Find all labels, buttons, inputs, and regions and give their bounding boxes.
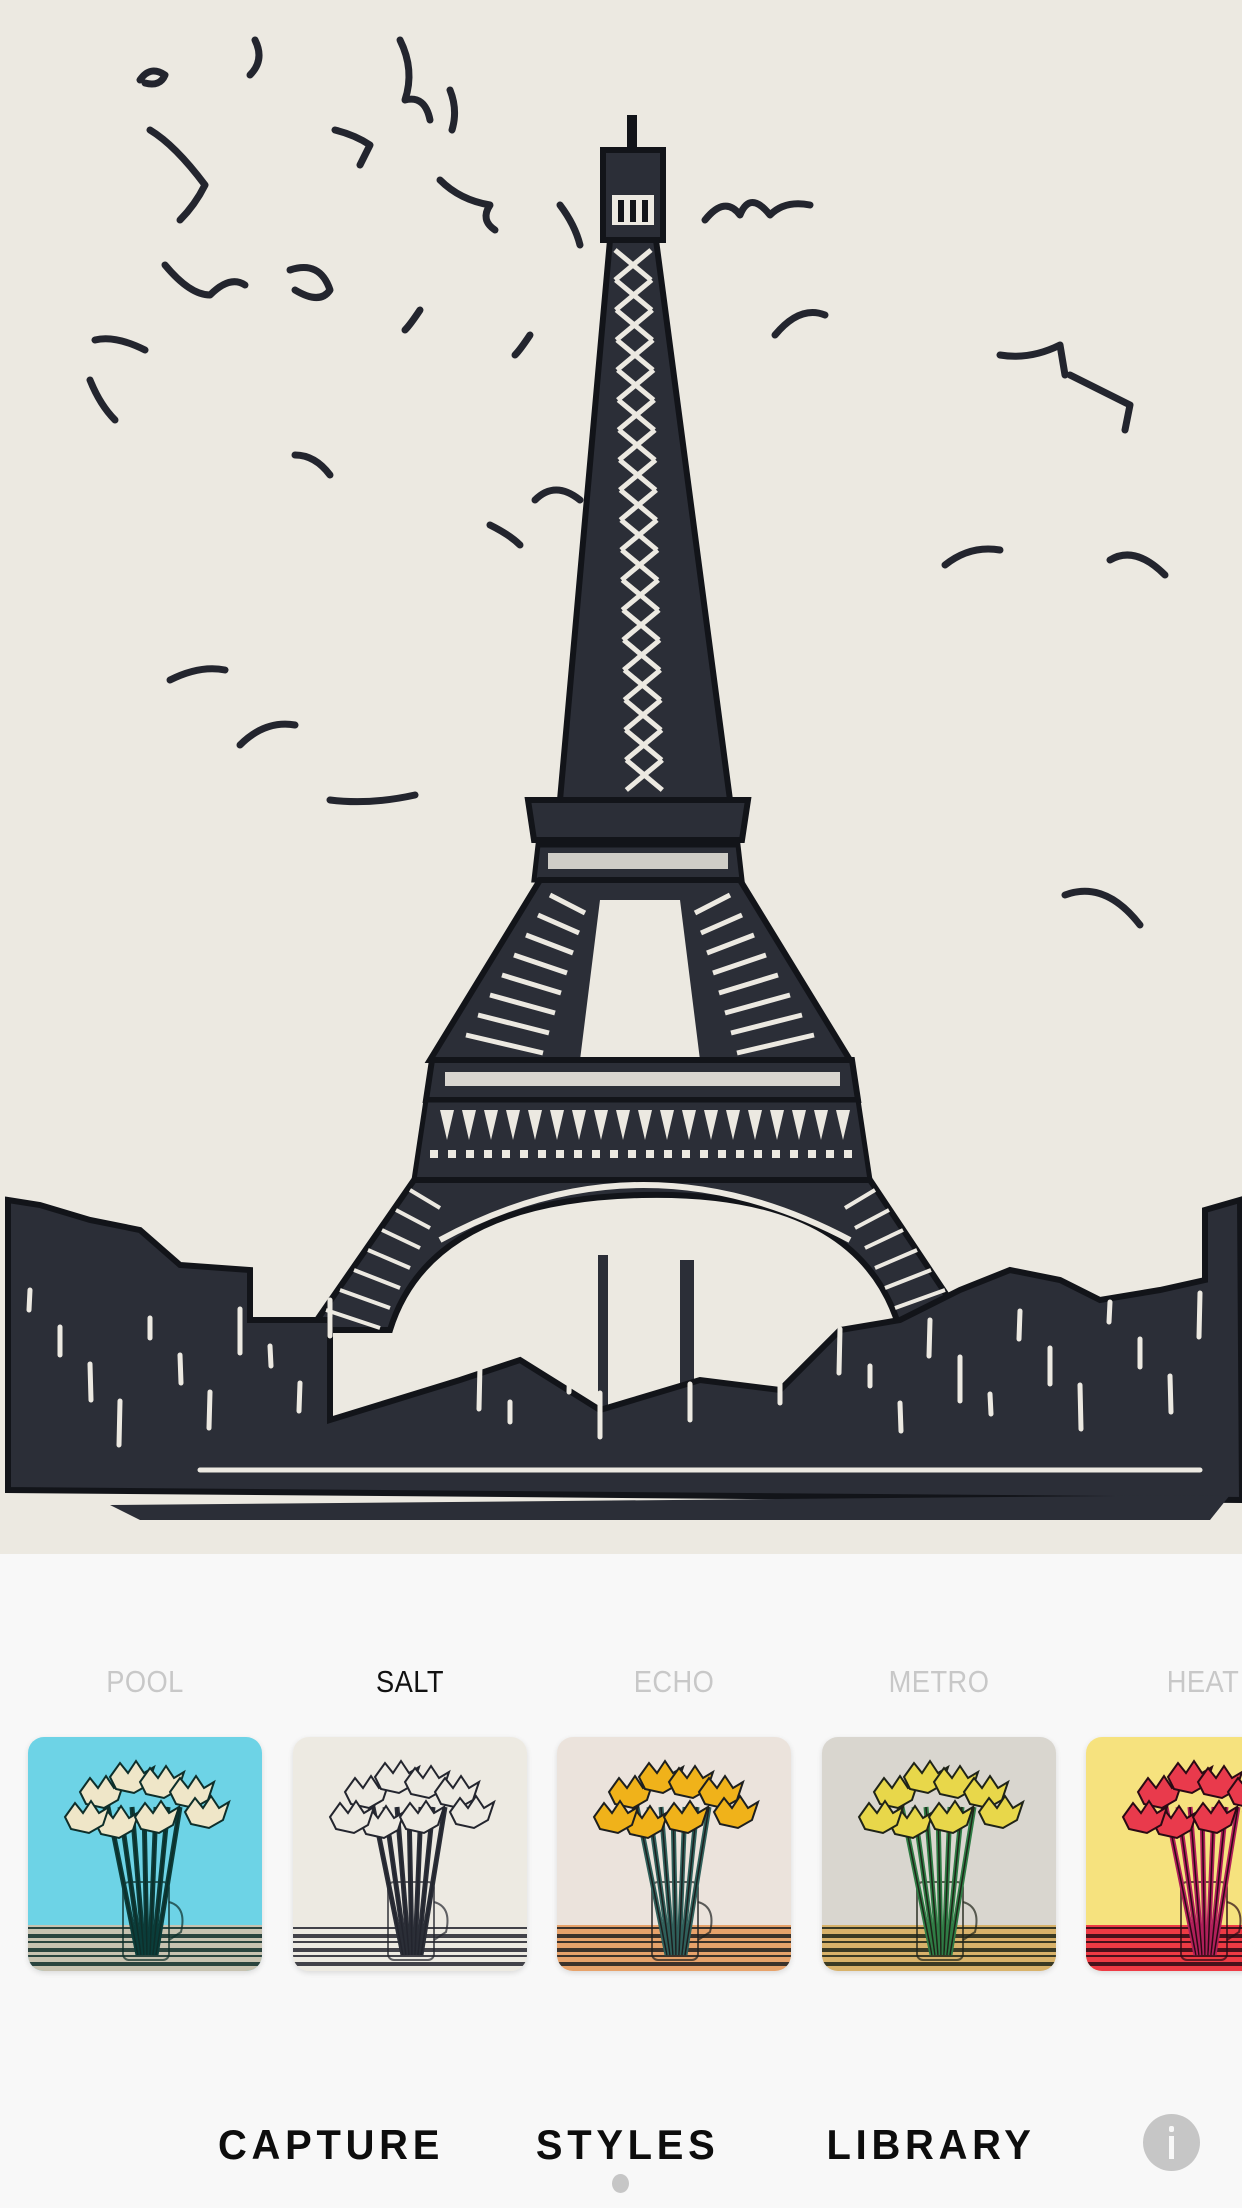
daffodil-thumbnail-image <box>293 1737 527 1971</box>
bird <box>146 126 209 224</box>
daffodil-thumbnail-image <box>822 1737 1056 1971</box>
style-item-pool[interactable]: POOL <box>28 1660 262 1971</box>
daffodil-thumbnail-image <box>28 1737 262 1971</box>
nav-capture[interactable]: CAPTURE <box>218 2110 444 2180</box>
bird <box>396 36 434 124</box>
bird <box>1061 887 1144 929</box>
bird <box>331 126 374 169</box>
style-label: METRO <box>888 1664 990 1699</box>
bird <box>436 176 499 234</box>
style-thumbnail[interactable] <box>557 1737 791 1971</box>
styled-photo-preview <box>0 0 1242 1554</box>
eiffel-tower <box>304 115 976 1430</box>
eiffel-tower-artwork <box>5 36 1242 1520</box>
info-button[interactable] <box>1143 2114 1200 2171</box>
style-thumbnail[interactable] <box>293 1737 527 1971</box>
nav-styles[interactable]: STYLES <box>536 2110 720 2180</box>
bird <box>486 521 524 549</box>
bird <box>1106 551 1169 579</box>
bird <box>236 720 299 749</box>
bird <box>446 86 459 134</box>
bird <box>326 791 419 806</box>
style-item-metro[interactable]: METRO <box>822 1660 1056 1971</box>
bird <box>996 341 1069 379</box>
daffodil-thumbnail-image <box>1086 1737 1242 1971</box>
bird <box>166 665 229 684</box>
bird <box>161 261 249 299</box>
style-thumbnail[interactable] <box>822 1737 1056 1971</box>
bird <box>771 309 829 339</box>
nav-library[interactable]: LIBRARY <box>827 2110 1036 2180</box>
style-item-heat[interactable]: HEAT <box>1086 1660 1242 1971</box>
style-item-echo[interactable]: ECHO <box>557 1660 791 1971</box>
bird <box>556 201 584 249</box>
bird <box>511 331 534 359</box>
style-thumbnail[interactable] <box>1086 1737 1242 1971</box>
daffodil-thumbnail-image <box>557 1737 791 1971</box>
style-item-salt[interactable]: SALT <box>293 1660 527 1971</box>
bird <box>136 67 169 88</box>
trees <box>5 1196 1242 1520</box>
bird <box>1066 371 1134 434</box>
bird <box>531 486 584 504</box>
bottom-nav: CAPTURE STYLES LIBRARY <box>0 2110 1242 2180</box>
style-label: ECHO <box>633 1664 715 1699</box>
bird <box>286 264 334 301</box>
style-label: POOL <box>106 1664 184 1699</box>
style-label: HEAT <box>1166 1664 1240 1699</box>
bird <box>86 376 119 424</box>
bird <box>91 335 149 354</box>
bird <box>941 545 1004 569</box>
bird <box>291 451 334 479</box>
bird <box>401 306 424 334</box>
active-tab-indicator <box>612 2174 629 2193</box>
bird <box>246 36 263 79</box>
style-label: SALT <box>376 1664 444 1699</box>
bird <box>701 199 814 224</box>
style-thumbnail[interactable] <box>28 1737 262 1971</box>
style-selector[interactable]: POOL SALT ECHO METRO HEAT <box>0 1660 1242 1990</box>
